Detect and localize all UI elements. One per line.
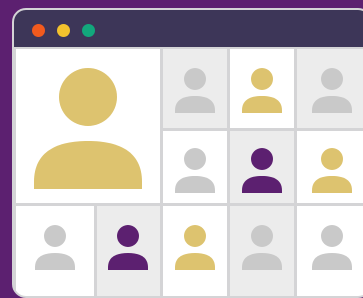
zoom-dot[interactable] [82,24,95,37]
close-dot[interactable] [32,24,45,37]
participant-tile[interactable] [297,49,363,128]
participant-tile[interactable] [97,206,160,296]
participant-tile[interactable] [297,206,363,296]
person-head [59,68,117,126]
person-body [35,253,75,270]
person-body [312,176,352,193]
person-body [175,253,215,270]
person-icon [175,148,215,193]
person-body [242,176,282,193]
person-icon [242,225,282,270]
person-icon [108,225,148,270]
person-head [321,148,343,170]
person-icon [175,225,215,270]
person-head [251,225,273,247]
person-body [242,96,282,113]
person-head [251,148,273,170]
person-icon [35,225,75,270]
person-body [34,141,142,189]
participant-tile[interactable] [163,49,227,128]
person-head [184,225,206,247]
person-icon [242,148,282,193]
participant-tile-main-speaker[interactable] [16,49,160,203]
participant-tile[interactable] [163,131,227,203]
video-call-window [12,8,363,298]
person-head [321,68,343,90]
person-body [242,253,282,270]
person-icon [312,68,352,113]
person-icon [242,68,282,113]
person-head [117,225,139,247]
participant-tile[interactable] [230,131,294,203]
person-head [321,225,343,247]
participant-tile[interactable] [230,206,294,296]
person-body [108,253,148,270]
person-body [175,176,215,193]
participant-tile[interactable] [230,49,294,128]
title-bar [14,10,363,47]
person-head [44,225,66,247]
participant-grid [14,47,363,296]
participant-tile[interactable] [297,131,363,203]
minimize-dot[interactable] [57,24,70,37]
person-head [251,68,273,90]
person-body [175,96,215,113]
person-icon [34,68,142,189]
person-body [312,253,352,270]
participant-tile[interactable] [163,206,227,296]
person-head [184,68,206,90]
person-body [312,96,352,113]
person-icon [312,225,352,270]
person-icon [175,68,215,113]
person-icon [312,148,352,193]
participant-tile[interactable] [16,206,94,296]
person-head [184,148,206,170]
